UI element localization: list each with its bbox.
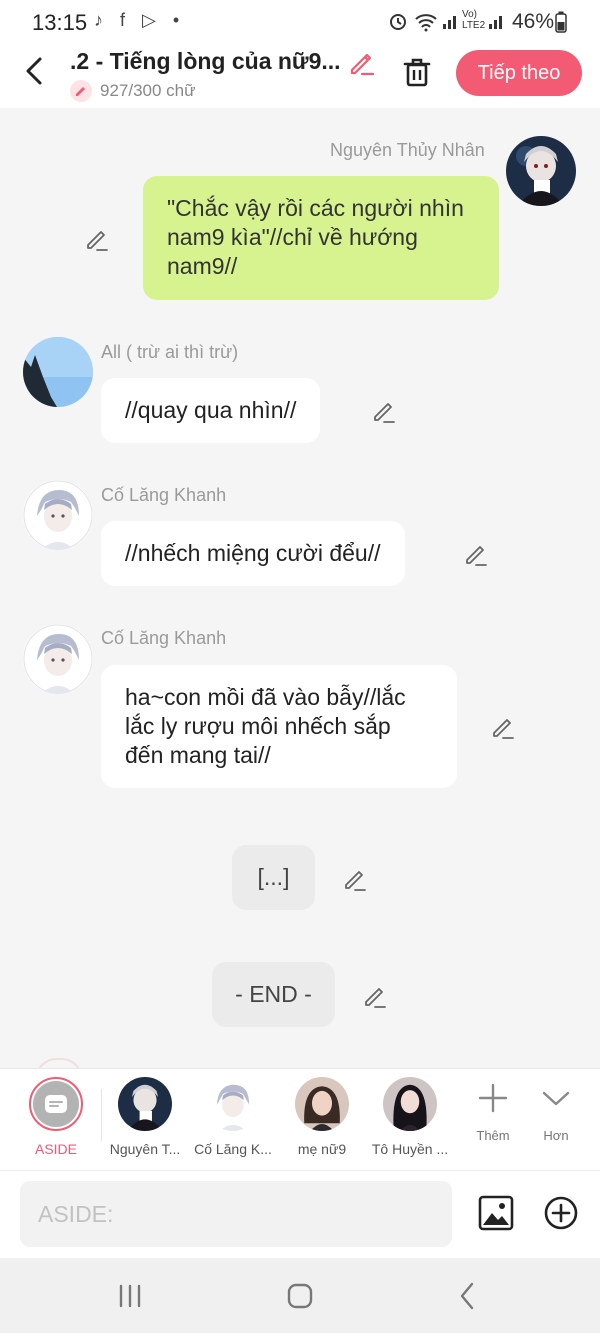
plus-icon <box>478 1083 508 1113</box>
sender-name: Cố Lăng Khanh <box>101 485 227 505</box>
character-selector: ASIDE Nguyên T... Cố Lăng K... mẹ nữ9 Tô… <box>0 1068 600 1170</box>
recent-apps-button[interactable] <box>110 1280 150 1312</box>
signal-icon-2 <box>488 12 506 35</box>
edit-message-button[interactable] <box>371 398 397 424</box>
avatar[interactable] <box>506 136 576 206</box>
notification-icons: ♪ f ▷ • <box>94 10 186 30</box>
avatar[interactable] <box>23 337 93 407</box>
chat-area: Nguyên Thủy Nhân "Chắc vậy rồi các người… <box>0 108 600 1068</box>
pencil-icon <box>345 871 366 891</box>
expand-label: Hơn <box>543 1128 569 1143</box>
sender-name: All ( trừ ai thì trừ) <box>101 342 239 362</box>
sender-name: Cố Lăng Khanh <box>101 628 227 648</box>
system-nav-bar <box>0 1258 600 1333</box>
delete-button[interactable] <box>402 56 432 88</box>
composer: ASIDE: <box>0 1170 600 1258</box>
status-time: 13:15 <box>32 10 88 35</box>
word-count-row: 927/300 chữ <box>70 80 196 102</box>
image-icon <box>478 1195 514 1231</box>
add-button[interactable] <box>543 1195 579 1231</box>
plus-circle-icon <box>544 1196 578 1230</box>
edit-title-button[interactable] <box>348 48 376 76</box>
aside-avatar <box>29 1077 83 1131</box>
wifi-icon <box>414 12 438 37</box>
character-label: Tô Huyền ... <box>371 1141 449 1157</box>
character-avatar <box>295 1077 349 1131</box>
pencil-icon <box>493 719 514 739</box>
alarm-icon <box>388 11 408 36</box>
character-avatar <box>206 1077 260 1131</box>
home-button[interactable] <box>280 1280 320 1312</box>
status-bar: 13:15 ♪ f ▷ • Vo) LTE2 46% <box>0 0 600 44</box>
end-marker-bubble[interactable]: - END - <box>212 962 335 1027</box>
battery-percent: 46% <box>512 10 555 33</box>
word-count: 927/300 chữ <box>100 81 196 100</box>
lte-indicator: Vo) LTE2 <box>462 9 486 31</box>
character-aside[interactable]: ASIDE <box>13 1077 99 1157</box>
character-item[interactable]: Tô Huyền ... <box>367 1077 453 1157</box>
add-character-label: Thêm <box>476 1128 510 1143</box>
message-bubble[interactable]: //quay qua nhìn// <box>101 378 321 443</box>
pencil-icon <box>87 231 108 251</box>
chevron-left-icon <box>26 57 42 85</box>
chevron-down-icon <box>542 1091 570 1106</box>
top-app-bar: .2 - Tiếng lòng của nữ9... 927/300 chữ T… <box>0 44 600 108</box>
next-button[interactable]: Tiếp theo <box>456 50 582 96</box>
aside-icon <box>45 1095 67 1113</box>
sender-name: Nguyên Thủy Nhân <box>330 140 485 160</box>
message-input[interactable]: ASIDE: <box>20 1181 452 1247</box>
narration-bubble[interactable]: [...] <box>232 845 315 910</box>
character-item[interactable]: Cố Lăng K... <box>190 1077 276 1157</box>
expand-button[interactable]: Hơn <box>526 1083 586 1143</box>
pencil-icon <box>365 988 386 1008</box>
pencil-badge-icon <box>70 80 92 102</box>
message-bubble[interactable]: "Chắc vậy rồi các người nhìn nam9 kìa"//… <box>143 176 499 300</box>
message-bubble[interactable]: ha~con mồi đã vào bẫy//lắc lắc ly rượu m… <box>101 665 457 788</box>
character-label: Cố Lăng K... <box>194 1141 272 1157</box>
pencil-icon <box>350 53 375 76</box>
trash-icon <box>403 58 431 87</box>
message-bubble[interactable]: //nhếch miệng cười đểu// <box>101 521 405 586</box>
edit-message-button[interactable] <box>84 226 110 252</box>
add-character-button[interactable]: Thêm <box>463 1083 523 1143</box>
character-avatar <box>383 1077 437 1131</box>
edit-message-button[interactable] <box>362 983 388 1009</box>
system-back-button[interactable] <box>448 1280 488 1312</box>
avatar[interactable] <box>23 624 93 694</box>
edit-message-button[interactable] <box>490 714 516 740</box>
signal-icon <box>442 12 460 35</box>
character-item[interactable]: mẹ nữ9 <box>279 1077 365 1157</box>
character-label: mẹ nữ9 <box>297 1141 347 1157</box>
back-button[interactable] <box>22 56 48 86</box>
recent-apps-icon <box>119 1284 141 1308</box>
chevron-left-icon <box>460 1282 474 1310</box>
insert-image-button[interactable] <box>478 1195 514 1231</box>
character-item[interactable]: Nguyên T... <box>102 1077 188 1157</box>
pencil-icon <box>466 546 487 566</box>
edit-message-button[interactable] <box>342 866 368 892</box>
battery-icon <box>555 11 567 38</box>
edit-message-button[interactable] <box>463 541 489 567</box>
character-label: ASIDE <box>34 1141 77 1157</box>
chapter-title: .2 - Tiếng lòng của nữ9... <box>70 48 341 74</box>
avatar[interactable] <box>36 1058 82 1068</box>
pencil-icon <box>374 403 395 423</box>
avatar[interactable] <box>23 480 93 550</box>
character-avatar <box>118 1077 172 1131</box>
home-icon <box>287 1283 313 1309</box>
character-label: Nguyên T... <box>109 1141 181 1157</box>
